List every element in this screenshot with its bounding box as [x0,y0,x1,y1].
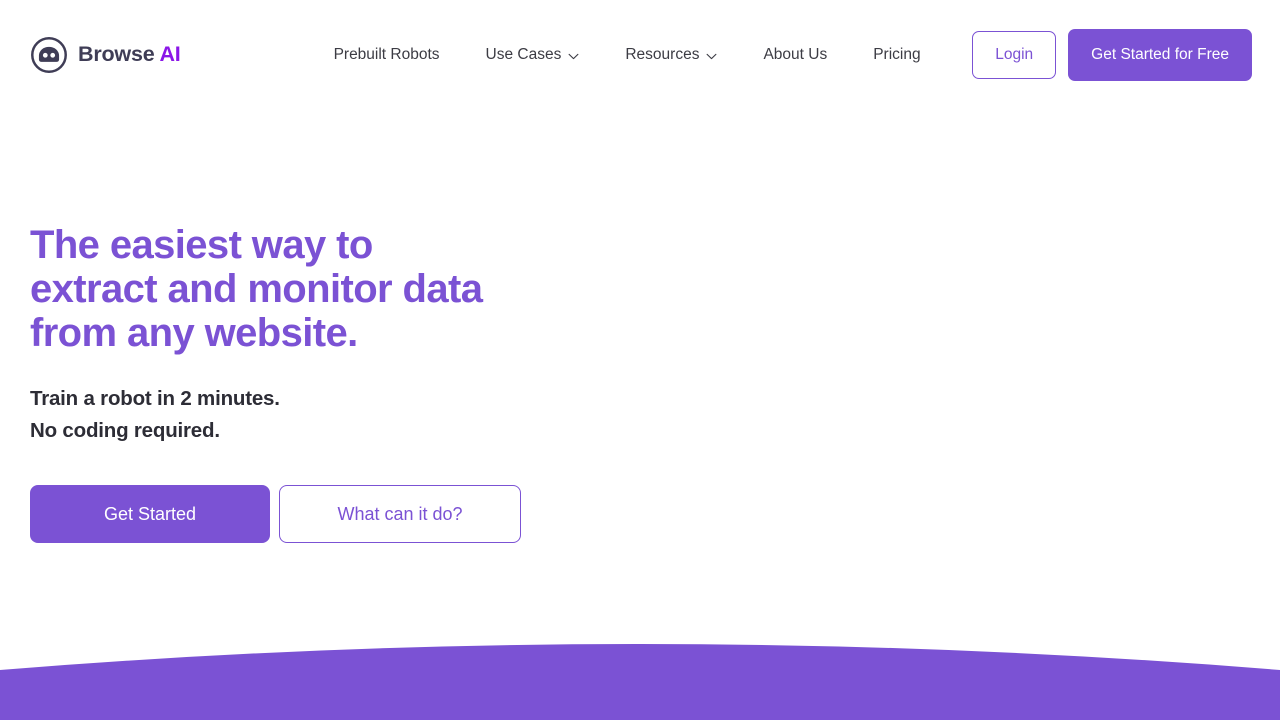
robot-face-circle-icon [31,37,67,73]
main-navigation: Prebuilt Robots Use Cases Resources Abou… [311,37,944,73]
get-started-button[interactable]: Get Started [30,485,270,543]
brand-word-primary: Browse [78,42,155,67]
brand-logo-link[interactable]: Browse AI [30,36,181,74]
nav-item-label: Use Cases [485,46,562,64]
nav-item-label: About Us [763,46,828,64]
hero-cta-row: Get Started What can it do? [30,485,1280,543]
hero-section: The easiest way to extract and monitor d… [0,110,1280,543]
header-actions: Login Get Started for Free [972,29,1252,81]
site-header: Browse AI Prebuilt Robots Use Cases Reso… [0,0,1280,110]
nav-item-about-us[interactable]: About Us [740,37,850,73]
brand-wordmark: Browse AI [78,44,181,66]
what-can-it-do-button[interactable]: What can it do? [279,485,521,543]
hero-subheading: Train a robot in 2 minutes. No coding re… [30,387,280,442]
nav-item-pricing[interactable]: Pricing [850,37,943,73]
chevron-down-icon [568,53,579,59]
get-started-for-free-button[interactable]: Get Started for Free [1068,29,1252,81]
chevron-down-icon [707,53,717,59]
bottom-purple-curve-decoration [0,644,1280,720]
brand-word-accent: AI [159,42,181,67]
nav-item-use-cases[interactable]: Use Cases [463,37,603,73]
nav-item-prebuilt-robots[interactable]: Prebuilt Robots [311,37,463,73]
nav-item-label: Pricing [873,46,921,64]
nav-item-label: Prebuilt Robots [333,46,440,64]
nav-item-label: Resources [625,46,700,64]
nav-item-resources[interactable]: Resources [602,37,740,73]
login-button[interactable]: Login [972,31,1057,79]
hero-heading: The easiest way to extract and monitor d… [30,223,483,355]
